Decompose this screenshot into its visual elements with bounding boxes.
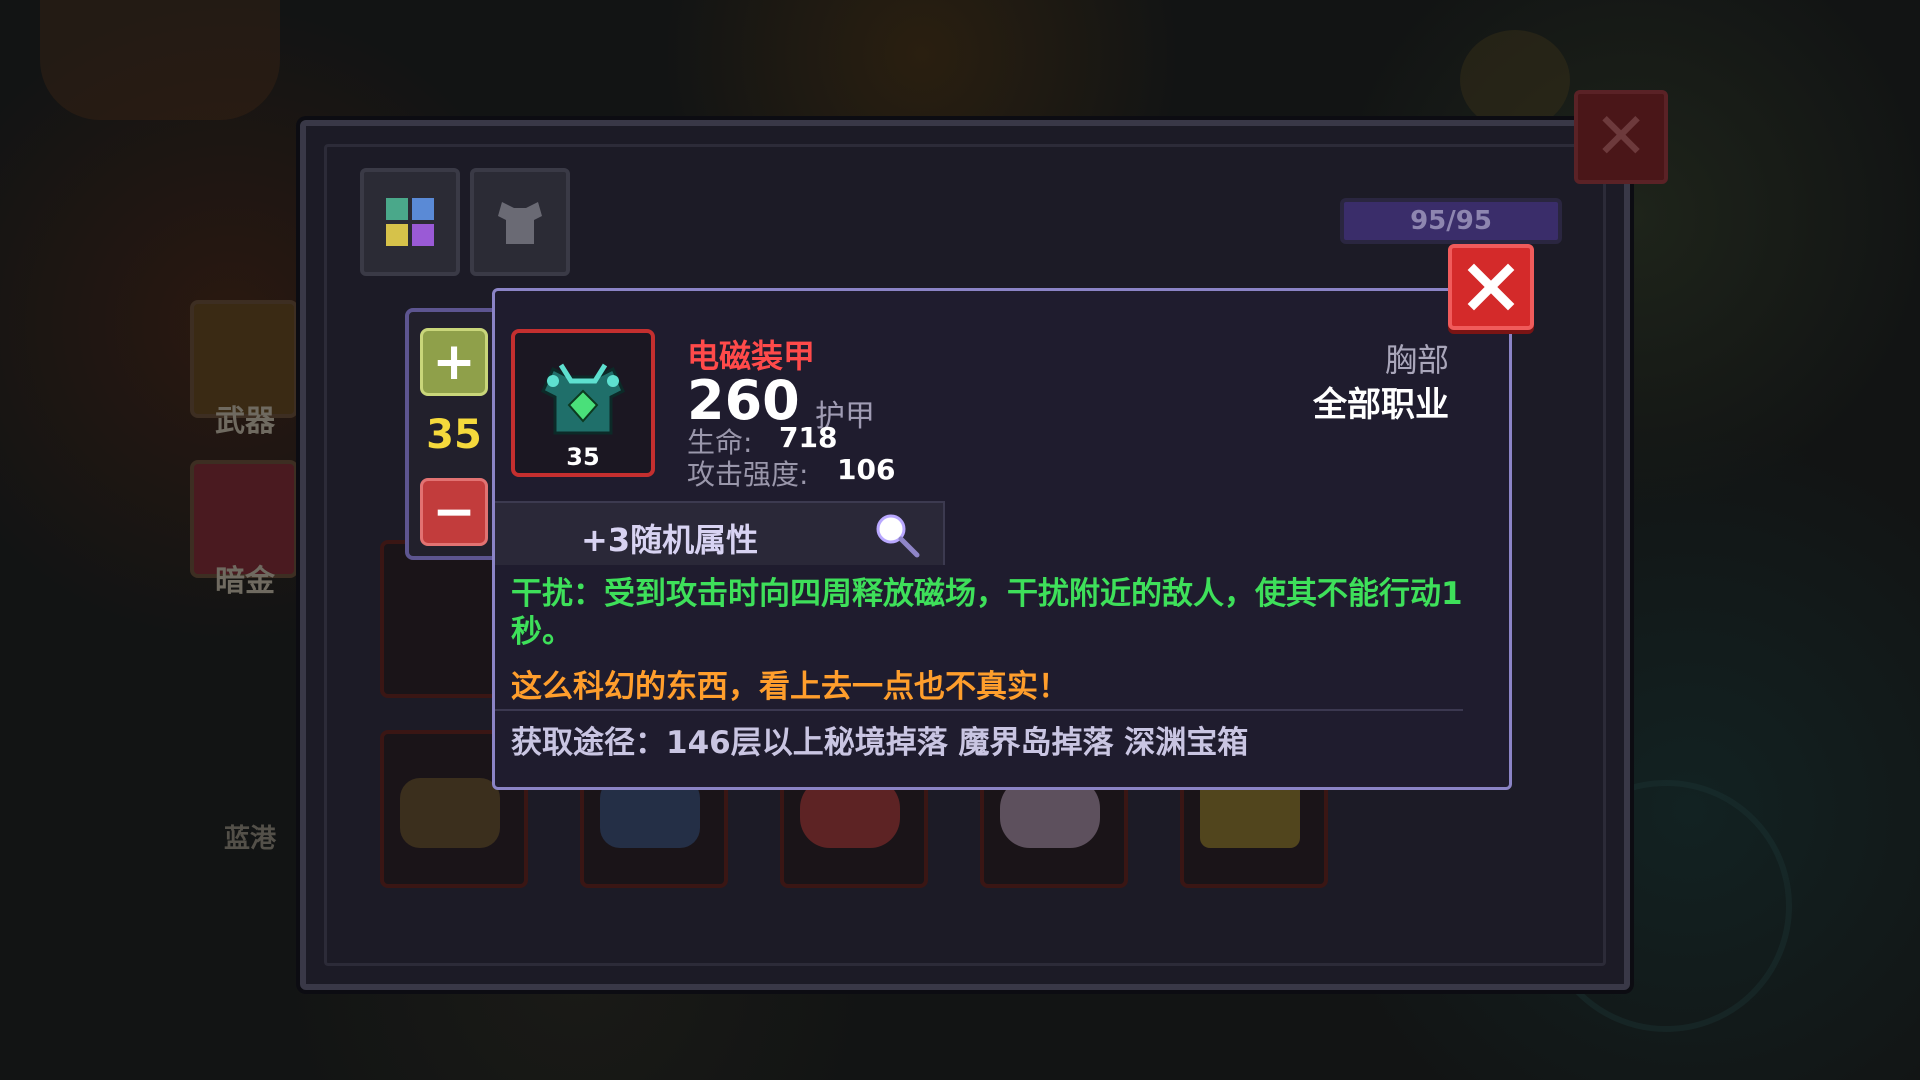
item-slot-type: 胸部 (1384, 341, 1449, 379)
random-affix-bar[interactable]: +3随机属性 (495, 501, 945, 565)
level-minus-button[interactable]: − (420, 478, 488, 546)
inventory-close-button[interactable]: ✕ (1574, 90, 1668, 184)
armor-icon (541, 363, 625, 435)
item-flavor-text: 这么科幻的东西，看上去一点也不真实！ (511, 669, 1069, 705)
stat-value-attack: 106 (837, 453, 896, 486)
background-building (40, 0, 280, 120)
tooltip-close-button[interactable] (1448, 244, 1534, 330)
tab-armor[interactable] (470, 168, 570, 276)
inventory-capacity: 95/95 (1340, 198, 1562, 244)
grid-icon (386, 198, 434, 246)
darkgold-menu-label: 暗金 (215, 564, 275, 599)
close-icon (1467, 263, 1515, 311)
level-plus-button[interactable]: + (420, 328, 488, 396)
level-selector: + 35 − (405, 308, 503, 560)
stat-value-hp: 718 (779, 421, 838, 454)
tooltip-divider (495, 709, 1463, 711)
close-icon: ✕ (1594, 100, 1648, 174)
item-class-restriction: 全部职业 (1313, 385, 1449, 425)
weapon-menu-label: 武器 (215, 404, 275, 439)
stat-label-attack: 攻击强度: (687, 458, 809, 491)
item-effect-text: 干扰：受到攻击时向四周释放磁场，干扰附近的敌人，使其不能行动1秒。 (511, 576, 1463, 650)
background-house-icon (1460, 30, 1570, 130)
bottom-menu-label: 蓝港 (223, 824, 276, 854)
item-icon-frame: 35 (511, 329, 655, 477)
item-source-text: 获取途径：146层以上秘境掉落 魔界岛掉落 深渊宝箱 (511, 725, 1249, 761)
level-value: 35 (426, 412, 482, 458)
inventory-item-icon (400, 778, 500, 848)
item-level: 35 (566, 443, 600, 471)
armor-tab-icon (498, 202, 542, 244)
random-affix-text: +3随机属性 (581, 521, 759, 559)
item-tooltip: 35 电磁装甲 260 护甲 生命: 718 攻击强度: 106 胸部 全部职业… (492, 288, 1512, 790)
magnifier-icon[interactable] (873, 511, 921, 559)
tab-all-items[interactable] (360, 168, 460, 276)
